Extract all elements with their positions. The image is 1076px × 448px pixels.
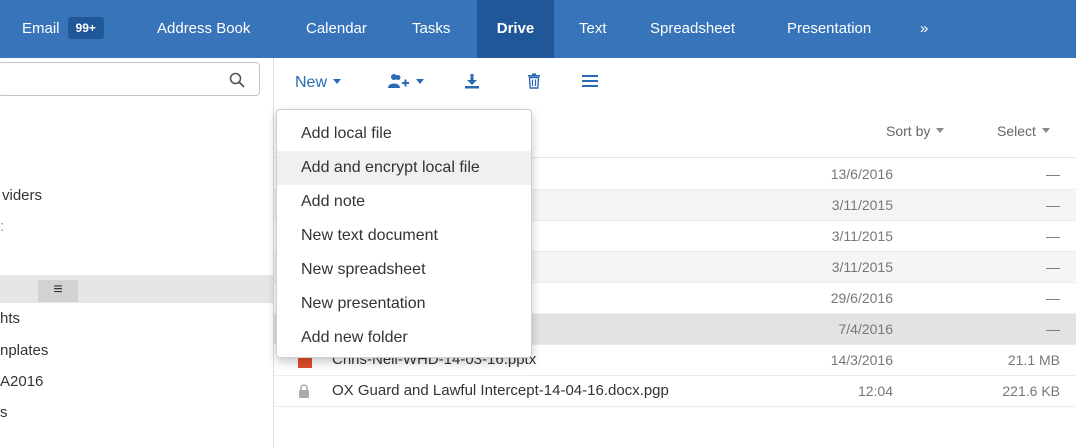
nav-calendar[interactable]: Calendar (306, 0, 367, 58)
file-date: 3/11/2015 (831, 197, 893, 213)
menu-item-add-new-folder[interactable]: Add new folder (277, 321, 531, 355)
sidebar-item-s[interactable]: s (0, 404, 8, 421)
lock-icon (299, 384, 309, 398)
file-date: 12:04 (857, 383, 893, 399)
new-button[interactable]: New (295, 71, 342, 95)
sidebar: viders : ≡ hts nplates A2016 s (0, 58, 274, 448)
sidebar-item-hts[interactable]: hts (0, 310, 20, 327)
file-date: 3/11/2015 (831, 228, 893, 244)
sidebar-item-templates[interactable]: nplates (0, 342, 48, 359)
file-date: 14/3/2016 (830, 352, 893, 368)
nav-email[interactable]: Email 99+ (22, 0, 104, 58)
new-dropdown-menu: Add local file Add and encrypt local fil… (276, 109, 532, 358)
nav-address-book[interactable]: Address Book (157, 0, 250, 58)
main-toolbar: New (274, 58, 1076, 108)
file-size: — (1046, 228, 1060, 244)
sidebar-item-providers[interactable]: viders (2, 187, 42, 204)
menu-item-add-encrypt-local-file[interactable]: Add and encrypt local file (277, 151, 531, 185)
file-size: — (1046, 290, 1060, 306)
chevron-down-icon (1041, 128, 1050, 133)
file-size: — (1046, 166, 1060, 182)
share-user-icon (388, 74, 409, 88)
menu-item-add-local-file[interactable]: Add local file (277, 117, 531, 151)
select-label: Select (997, 123, 1036, 139)
nav-more[interactable]: » (920, 0, 928, 58)
file-size: — (1046, 197, 1060, 213)
file-name: OX Guard and Lawful Intercept-14-04-16.d… (332, 382, 669, 399)
sidebar-item-2016[interactable]: A2016 (0, 373, 43, 390)
nav-drive[interactable]: Drive (477, 0, 554, 58)
nav-email-label: Email (22, 20, 60, 37)
top-nav-bar: Email 99+ Address Book Calendar Tasks Dri… (0, 0, 1076, 58)
file-date: 3/11/2015 (831, 259, 893, 275)
file-size: — (1046, 259, 1060, 275)
nav-presentation[interactable]: Presentation (787, 0, 871, 58)
sort-by-dropdown[interactable]: Sort by (886, 123, 945, 139)
sidebar-item-partial: : (0, 218, 5, 235)
nav-text[interactable]: Text (579, 0, 607, 58)
file-date: 13/6/2016 (830, 166, 893, 182)
nav-spreadsheet[interactable]: Spreadsheet (650, 0, 735, 58)
new-button-label: New (295, 74, 328, 91)
search-icon[interactable] (229, 72, 245, 88)
menu-item-add-note[interactable]: Add note (277, 185, 531, 219)
sort-by-label: Sort by (886, 123, 931, 139)
menu-item-new-text-document[interactable]: New text document (277, 219, 531, 253)
view-options-button[interactable] (582, 71, 598, 95)
file-size: 221.6 KB (1002, 383, 1060, 399)
unread-badge: 99+ (67, 17, 104, 39)
chevron-down-icon (333, 79, 342, 84)
file-row[interactable]: OX Guard and Lawful Intercept-14-04-16.d… (274, 376, 1076, 407)
file-date: 7/4/2016 (838, 321, 894, 337)
trash-icon (528, 73, 540, 89)
list-menu-icon (582, 75, 598, 87)
download-button[interactable] (464, 71, 480, 95)
file-size: 21.1 MB (1007, 352, 1060, 368)
share-button[interactable] (388, 71, 424, 95)
menu-item-new-presentation[interactable]: New presentation (277, 287, 531, 321)
sidebar-toolbar: ≡ (0, 275, 273, 303)
select-dropdown[interactable]: Select (997, 123, 1050, 139)
nav-tasks[interactable]: Tasks (412, 0, 450, 58)
download-icon (465, 74, 479, 89)
menu-item-new-spreadsheet[interactable]: New spreadsheet (277, 253, 531, 287)
file-date: 29/6/2016 (830, 290, 893, 306)
file-size: — (1046, 321, 1060, 337)
sidebar-menu-icon[interactable]: ≡ (38, 280, 78, 302)
search-input[interactable] (0, 62, 260, 96)
chevron-down-icon (936, 128, 945, 133)
delete-button[interactable] (527, 71, 541, 95)
chevron-down-icon (416, 79, 424, 84)
